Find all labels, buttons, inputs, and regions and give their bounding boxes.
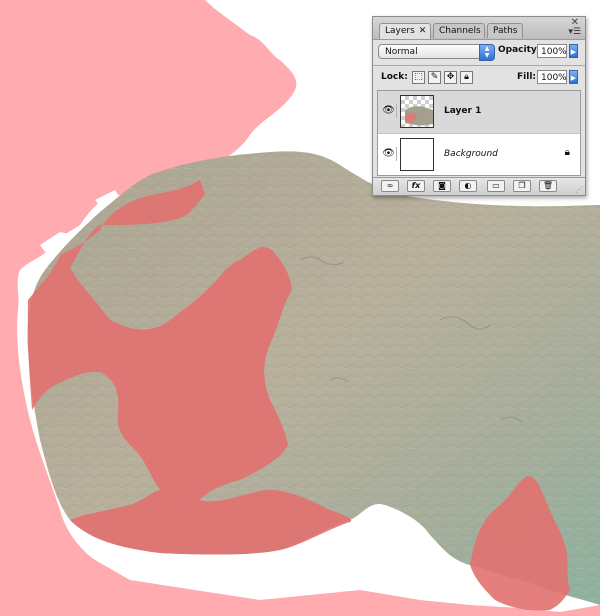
- layer-mask-icon[interactable]: ◙: [433, 180, 451, 192]
- tab-channels-label: Channels: [439, 26, 481, 36]
- lock-label: Lock:: [381, 72, 408, 82]
- adjustment-layer-icon[interactable]: ◐: [459, 180, 477, 192]
- blend-mode-select[interactable]: Normal ▲ ▼: [378, 44, 495, 61]
- visibility-eye-icon[interactable]: 👁︎: [381, 147, 397, 161]
- tab-paths[interactable]: Paths: [487, 23, 523, 38]
- tab-channels[interactable]: Channels: [433, 23, 485, 38]
- palette-tab-strip: Layers ✕ Channels Paths ✕ ▾☰: [373, 17, 585, 40]
- fill-input[interactable]: 100%: [537, 70, 567, 84]
- visibility-eye-icon[interactable]: 👁︎: [381, 104, 397, 118]
- palette-footer: ∞ fx ◙ ◐ ▭ ❐ 🗑︎ ⋰: [373, 177, 585, 195]
- trash-icon[interactable]: 🗑︎: [539, 180, 557, 192]
- fx-icon[interactable]: fx: [407, 180, 425, 192]
- select-arrows-icon: ▲ ▼: [479, 44, 495, 61]
- opacity-label: Opacity:: [498, 45, 541, 55]
- fill-slider-arrow-icon[interactable]: ▶: [569, 70, 578, 84]
- layer-thumbnail: [400, 95, 434, 128]
- palette-divider: [373, 65, 585, 66]
- new-group-icon[interactable]: ▭: [487, 180, 505, 192]
- lock-all-icon[interactable]: 🔒︎: [460, 71, 473, 84]
- opacity-input[interactable]: 100%: [537, 44, 567, 58]
- link-layers-icon[interactable]: ∞: [381, 180, 399, 192]
- layers-list: 👁︎ Layer 1 👁︎ Background 🔒︎: [377, 90, 581, 176]
- new-layer-icon[interactable]: ❐: [513, 180, 531, 192]
- opacity-slider-arrow-icon[interactable]: ▶: [569, 44, 578, 58]
- lock-image-pixels-icon[interactable]: ✎: [428, 71, 441, 84]
- tab-layers-label: Layers: [385, 26, 415, 36]
- tab-layers[interactable]: Layers ✕: [379, 23, 431, 39]
- layer-thumbnail: [400, 138, 434, 171]
- tab-close-icon[interactable]: ✕: [419, 26, 427, 36]
- layer-name[interactable]: Layer 1: [444, 106, 481, 116]
- layer-row-layer-1[interactable]: 👁︎ Layer 1: [378, 91, 580, 134]
- blend-mode-value: Normal: [385, 47, 418, 57]
- tab-paths-label: Paths: [493, 26, 518, 36]
- fill-label: Fill:: [517, 72, 537, 82]
- resize-grip-icon[interactable]: ⋰: [575, 185, 583, 194]
- background-lock-icon: 🔒︎: [564, 147, 570, 158]
- layer-name[interactable]: Background: [444, 149, 498, 159]
- palette-menu-icon[interactable]: ▾☰: [568, 27, 581, 37]
- layers-palette: Layers ✕ Channels Paths ✕ ▾☰ Normal ▲ ▼ Op…: [372, 16, 586, 196]
- lock-transparent-pixels-icon[interactable]: ⬚: [412, 71, 425, 84]
- layer-row-background[interactable]: 👁︎ Background 🔒︎: [378, 134, 580, 176]
- lock-position-icon[interactable]: ✥: [444, 71, 457, 84]
